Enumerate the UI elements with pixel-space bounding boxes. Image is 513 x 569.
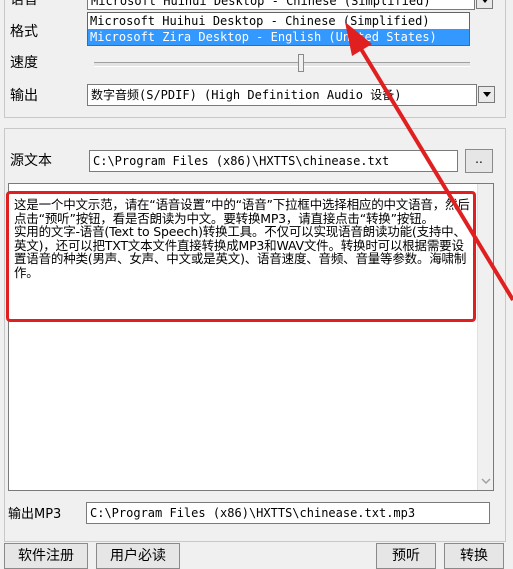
output-label: 输出	[10, 88, 38, 104]
voice-option-zira[interactable]: Microsoft Zira Desktop - English (United…	[88, 29, 469, 45]
browse-button[interactable]: ..	[465, 149, 493, 173]
speed-slider-track[interactable]	[94, 62, 470, 67]
output-mp3-label: 输出MP3	[8, 507, 62, 522]
output-dropdown-button[interactable]	[478, 86, 495, 103]
format-label: 格式	[10, 24, 38, 40]
annotation-highlight-box	[6, 191, 476, 322]
speed-slider-thumb[interactable]	[297, 54, 304, 72]
voice-select-value: Microsoft Huihui Desktop - Chinese (Simp…	[91, 0, 431, 8]
must-read-button[interactable]: 用户必读	[96, 543, 180, 569]
speed-label: 速度	[10, 55, 38, 71]
register-button[interactable]: 软件注册	[4, 543, 88, 569]
voice-dropdown-button[interactable]	[476, 0, 493, 9]
voice-select[interactable]: Microsoft Huihui Desktop - Chinese (Simp…	[87, 0, 475, 10]
chevron-down-icon	[482, 92, 491, 97]
source-path-value: C:\Program Files (x86)\HXTTS\chinease.tx…	[93, 154, 390, 168]
chevron-down-icon	[480, 0, 489, 3]
output-mp3-path-input[interactable]: C:\Program Files (x86)\HXTTS\chinease.tx…	[86, 502, 490, 524]
output-mp3-path-value: C:\Program Files (x86)\HXTTS\chinease.tx…	[90, 506, 416, 520]
convert-button[interactable]: 转换	[444, 543, 504, 569]
voice-option-huihui[interactable]: Microsoft Huihui Desktop - Chinese (Simp…	[88, 13, 469, 29]
scroll-down-icon[interactable]	[478, 474, 494, 488]
voice-dropdown-list: Microsoft Huihui Desktop - Chinese (Simp…	[87, 12, 470, 46]
preview-button[interactable]: 预听	[376, 543, 436, 569]
text-scrollbar[interactable]	[477, 184, 493, 490]
voice-label: 语音	[10, 0, 38, 8]
source-path-input[interactable]: C:\Program Files (x86)\HXTTS\chinease.tx…	[89, 150, 458, 172]
output-device-value: 数字音频(S/PDIF) (High Definition Audio 设备)	[91, 88, 402, 102]
source-label: 源文本	[10, 153, 52, 169]
output-device-select[interactable]: 数字音频(S/PDIF) (High Definition Audio 设备)	[87, 84, 477, 106]
